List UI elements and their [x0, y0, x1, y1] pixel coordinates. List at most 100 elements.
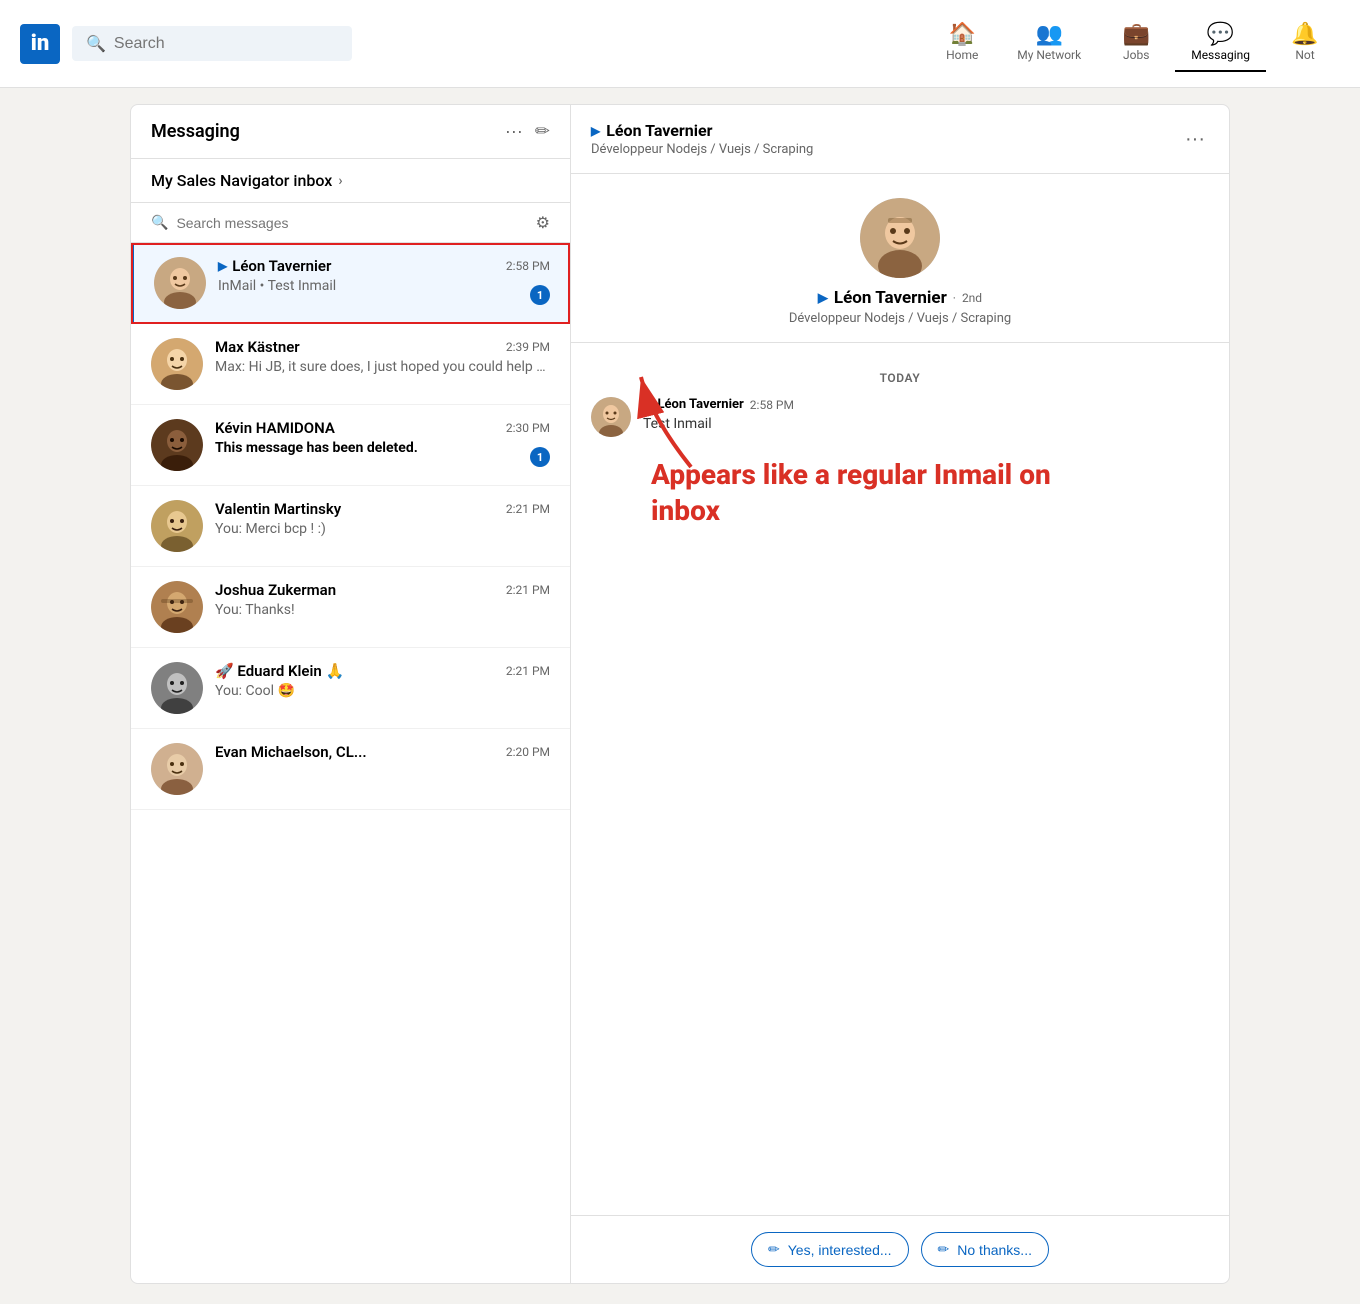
chat-header-subtitle: Développeur Nodejs / Vuejs / Scraping — [591, 142, 813, 157]
avatar-leon — [154, 257, 206, 309]
unread-badge-leon: 1 — [530, 285, 550, 305]
search-messages-icon: 🔍 — [151, 215, 168, 231]
main-container: Messaging ··· ✏ My Sales Navigator inbox… — [130, 104, 1230, 1284]
conv-body-joshua: Joshua Zukerman 2:21 PM You: Thanks! — [215, 581, 550, 618]
conv-preview-joshua: You: Thanks! — [215, 602, 550, 618]
conv-name-leon: ▶ Léon Tavernier — [218, 257, 331, 275]
avatar-max — [151, 338, 203, 390]
messaging-options-button[interactable]: ··· — [505, 121, 523, 142]
search-input[interactable] — [114, 35, 338, 53]
conversation-item-kevin[interactable]: Kévin HAMIDONA 2:30 PM This message has … — [131, 405, 570, 486]
compose-button[interactable]: ✏ — [535, 121, 550, 142]
right-panel: ▶ Léon Tavernier Développeur Nodejs / Vu… — [571, 105, 1229, 1283]
nav-item-home[interactable]: 🏠 Home — [927, 16, 997, 72]
conv-name-eduard: 🚀 Eduard Klein 🙏 — [215, 662, 344, 680]
filter-icon[interactable]: ⚙ — [536, 213, 550, 232]
nav-item-notifications[interactable]: 🔔 Not — [1270, 16, 1340, 72]
left-panel: Messaging ··· ✏ My Sales Navigator inbox… — [131, 105, 571, 1283]
nav-label-notifications: Not — [1295, 48, 1314, 62]
pencil-icon-no: ✏ — [938, 1241, 950, 1258]
degree-text: 2nd — [962, 291, 982, 305]
message-time-leon: 2:58 PM — [750, 398, 794, 412]
search-messages-bar[interactable]: 🔍 ⚙ — [131, 203, 570, 243]
search-bar[interactable]: 🔍 — [72, 26, 352, 61]
degree-badge: · — [953, 291, 956, 305]
conv-preview-max: Max: Hi JB, it sure does, I just hoped y… — [215, 359, 550, 375]
linkedin-logo[interactable]: in — [20, 24, 60, 64]
conversation-item-leon[interactable]: ▶ Léon Tavernier 2:58 PM InMail • Test I… — [131, 243, 570, 324]
conv-body-eduard: 🚀 Eduard Klein 🙏 2:21 PM You: Cool 🤩 — [215, 662, 550, 699]
avatar-eduard — [151, 662, 203, 714]
conv-body-evan: Evan Michaelson, CL... 2:20 PM — [215, 743, 550, 764]
nav-item-jobs[interactable]: 💼 Jobs — [1101, 16, 1171, 72]
nav-label-home: Home — [946, 48, 978, 62]
conv-preview-kevin: This message has been deleted. — [215, 440, 550, 456]
chat-avatar-large — [860, 198, 940, 278]
inmail-icon-header: ▶ — [591, 124, 600, 138]
conv-name-evan: Evan Michaelson, CL... — [215, 743, 367, 761]
profile-subtitle-main: Développeur Nodejs / Vuejs / Scraping — [789, 311, 1011, 326]
conversation-item-joshua[interactable]: Joshua Zukerman 2:21 PM You: Thanks! — [131, 567, 570, 648]
conv-time-valentin: 2:21 PM — [506, 502, 550, 516]
conv-time-evan: 2:20 PM — [506, 745, 550, 759]
avatar-evan — [151, 743, 203, 795]
conversation-item-eduard[interactable]: 🚀 Eduard Klein 🙏 2:21 PM You: Cool 🤩 — [131, 648, 570, 729]
conv-body-leon: ▶ Léon Tavernier 2:58 PM InMail • Test I… — [218, 257, 550, 294]
conv-name-max: Max Kästner — [215, 338, 300, 356]
chat-header: ▶ Léon Tavernier Développeur Nodejs / Vu… — [571, 105, 1229, 174]
conv-name-kevin: Kévin HAMIDONA — [215, 419, 335, 437]
conv-time-eduard: 2:21 PM — [506, 664, 550, 678]
inmail-icon-profile: ▶ — [818, 291, 828, 306]
red-arrow-icon — [611, 357, 731, 477]
home-icon: 🏠 — [949, 24, 976, 46]
messaging-title: Messaging — [151, 121, 240, 142]
messaging-icon: 💬 — [1207, 24, 1234, 46]
conv-name-joshua: Joshua Zukerman — [215, 581, 336, 599]
navbar: in 🔍 🏠 Home 👥 My Network 💼 Jobs 💬 Messag… — [0, 0, 1360, 88]
conv-time-max: 2:39 PM — [506, 340, 550, 354]
avatar-valentin — [151, 500, 203, 552]
nav-label-jobs: Jobs — [1123, 48, 1149, 62]
chat-header-info: ▶ Léon Tavernier Développeur Nodejs / Vu… — [591, 121, 813, 157]
sales-nav-label: My Sales Navigator inbox — [151, 171, 332, 190]
conv-preview-leon: InMail • Test Inmail — [218, 278, 550, 294]
chat-profile-section: ▶ Léon Tavernier · 2nd Développeur Nodej… — [571, 174, 1229, 343]
messaging-header: Messaging ··· ✏ — [131, 105, 570, 159]
search-messages-input[interactable] — [176, 215, 527, 231]
conv-time-kevin: 2:30 PM — [506, 421, 550, 435]
header-actions: ··· ✏ — [505, 121, 550, 142]
conversation-list: ▶ Léon Tavernier 2:58 PM InMail • Test I… — [131, 243, 570, 810]
conv-preview-valentin: You: Merci bcp ! :) — [215, 521, 550, 537]
pencil-icon-yes: ✏ — [768, 1241, 780, 1258]
bottom-actions: ✏ Yes, interested... ✏ No thanks... — [571, 1215, 1229, 1283]
yes-interested-button[interactable]: ✏ Yes, interested... — [751, 1232, 909, 1267]
profile-name-main: ▶ Léon Tavernier · 2nd — [818, 288, 982, 308]
conv-time-leon: 2:58 PM — [506, 259, 550, 273]
chat-options-button[interactable]: ··· — [1181, 124, 1209, 155]
chevron-right-icon: › — [338, 173, 342, 189]
notifications-icon: 🔔 — [1291, 24, 1318, 46]
no-thanks-button[interactable]: ✏ No thanks... — [921, 1232, 1049, 1267]
nav-item-messaging[interactable]: 💬 Messaging — [1175, 16, 1266, 72]
search-icon: 🔍 — [86, 34, 106, 53]
inmail-icon-leon: ▶ — [218, 259, 227, 273]
avatar-joshua — [151, 581, 203, 633]
my-network-icon: 👥 — [1036, 24, 1063, 46]
conv-body-max: Max Kästner 2:39 PM Max: Hi JB, it sure … — [215, 338, 550, 375]
nav-label-messaging: Messaging — [1191, 48, 1250, 62]
conversation-item-valentin[interactable]: Valentin Martinsky 2:21 PM You: Merci bc… — [131, 486, 570, 567]
nav-items: 🏠 Home 👥 My Network 💼 Jobs 💬 Messaging 🔔… — [927, 16, 1340, 72]
conv-time-joshua: 2:21 PM — [506, 583, 550, 597]
conv-preview-eduard: You: Cool 🤩 — [215, 683, 550, 699]
nav-item-my-network[interactable]: 👥 My Network — [1001, 16, 1097, 72]
annotation-container: Appears like a regular Inmail on inbox — [591, 457, 1209, 530]
jobs-icon: 💼 — [1123, 24, 1150, 46]
conv-body-valentin: Valentin Martinsky 2:21 PM You: Merci bc… — [215, 500, 550, 537]
unread-badge-kevin: 1 — [530, 447, 550, 467]
messages-area: TODAY ▶ Léon Tavernier — [571, 343, 1229, 1215]
sales-nav-link[interactable]: My Sales Navigator inbox › — [131, 159, 570, 203]
nav-label-my-network: My Network — [1017, 48, 1081, 62]
conversation-item-max[interactable]: Max Kästner 2:39 PM Max: Hi JB, it sure … — [131, 324, 570, 405]
conversation-item-evan[interactable]: Evan Michaelson, CL... 2:20 PM — [131, 729, 570, 810]
conv-name-valentin: Valentin Martinsky — [215, 500, 341, 518]
